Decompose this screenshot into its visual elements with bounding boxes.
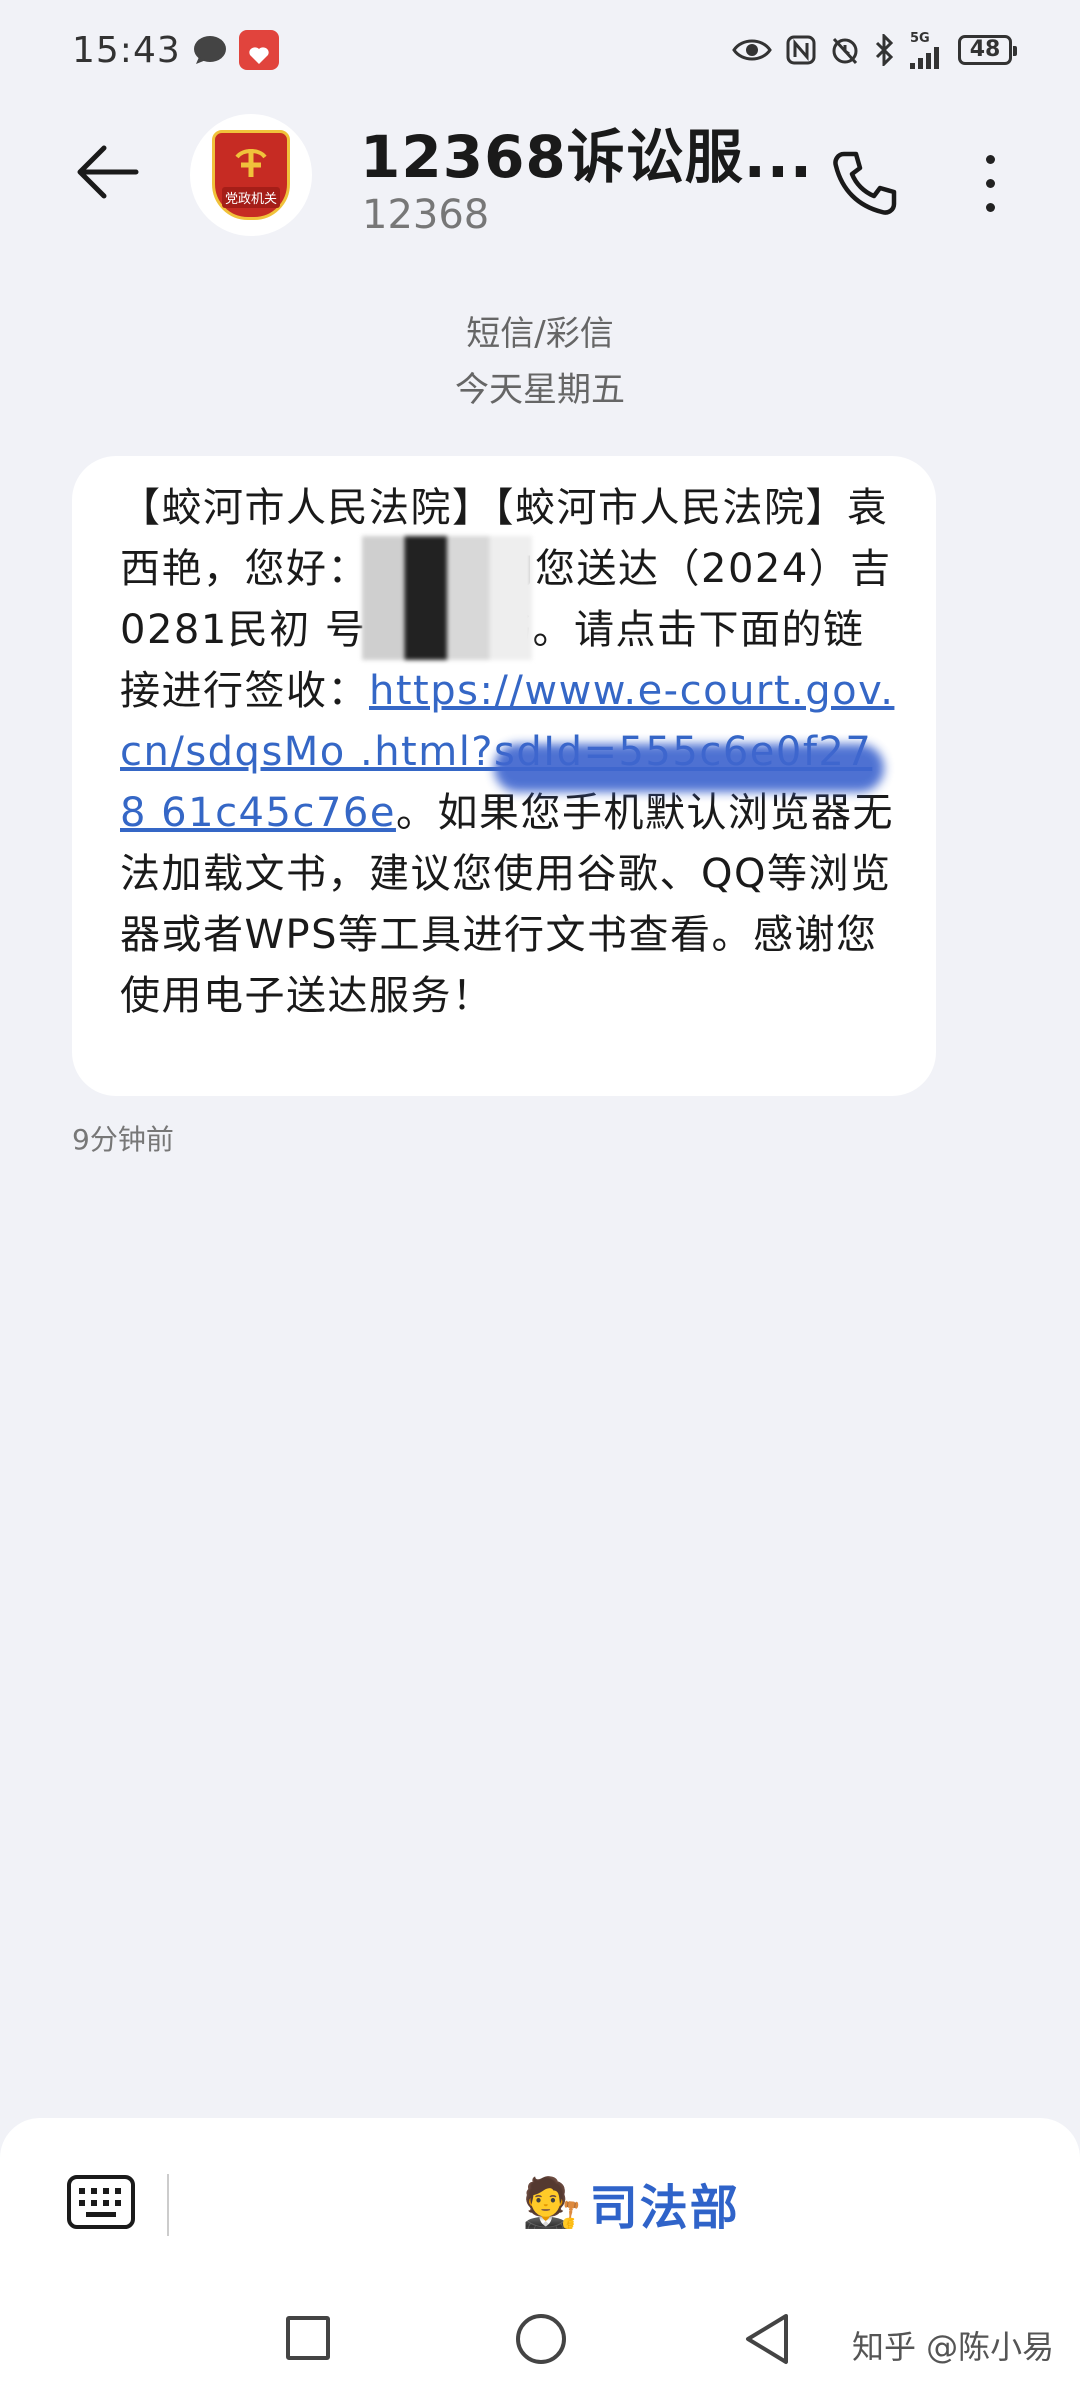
redaction-blur: [494, 744, 884, 792]
silent-alarm-icon: [832, 37, 858, 65]
status-bar: 15:43 5G 48: [0, 0, 1080, 100]
signal-icon: 5G: [910, 32, 944, 69]
emblem-glyph: [235, 148, 267, 177]
more-options-button[interactable]: [955, 138, 1025, 228]
status-left: 15:43: [72, 30, 279, 71]
government-shield-icon: 党政机关: [212, 130, 290, 220]
more-vertical-icon: [985, 154, 995, 164]
message-notification-icon: [193, 36, 226, 64]
message-bubble[interactable]: 【蛟河市人民法院】【蛟河市人民法院】袁西艳，您好：你方法向您送达（2024）吉0…: [72, 456, 936, 1096]
contact-avatar[interactable]: 党政机关: [190, 114, 312, 236]
keyboard-icon: [67, 2175, 135, 2229]
phone-icon: [833, 151, 897, 215]
contact-number: 12368: [362, 192, 490, 238]
redaction-mosaic: [362, 536, 532, 660]
app-notification-icon: [238, 30, 279, 70]
back-triangle-icon[interactable]: [742, 2312, 792, 2366]
judge-emoji-icon: 🧑‍⚖️: [522, 2175, 582, 2231]
quick-reply-label: 司法部: [589, 2180, 740, 2236]
status-time: 15:43: [72, 29, 181, 71]
back-arrow-icon: [77, 145, 139, 199]
quick-reply-button[interactable]: 🧑‍⚖️ 司法部: [522, 2168, 740, 2238]
avatar-badge: 党政机关: [221, 186, 280, 208]
keyboard-toggle-button[interactable]: [66, 2172, 136, 2232]
bluetooth-icon: [875, 34, 894, 66]
network-label: 5G: [910, 30, 930, 46]
recents-square-icon[interactable]: [286, 2316, 330, 2360]
conversation-date: 今天星期五: [455, 370, 625, 410]
call-button[interactable]: [820, 138, 910, 228]
battery-level: 48: [969, 37, 1001, 62]
back-button[interactable]: [68, 132, 148, 212]
eye-icon: [732, 39, 772, 61]
contact-name[interactable]: 12368诉讼服...: [360, 110, 813, 194]
watermark: 知乎 @陈小易: [852, 2328, 1055, 2366]
home-circle-icon[interactable]: [516, 2314, 566, 2364]
more-vertical-icon-dot: [985, 178, 995, 188]
battery-icon: 48: [958, 35, 1017, 65]
conversation-type: 短信/彩信: [466, 314, 614, 354]
more-vertical-icon-dot: [985, 202, 995, 212]
composer-divider: [167, 2174, 169, 2236]
message-time: 9分钟前: [72, 1123, 174, 1156]
conversation-header: 党政机关 12368诉讼服... 12368: [0, 100, 1080, 250]
status-right: 5G 48: [732, 32, 1017, 69]
nfc-icon: [786, 35, 816, 65]
